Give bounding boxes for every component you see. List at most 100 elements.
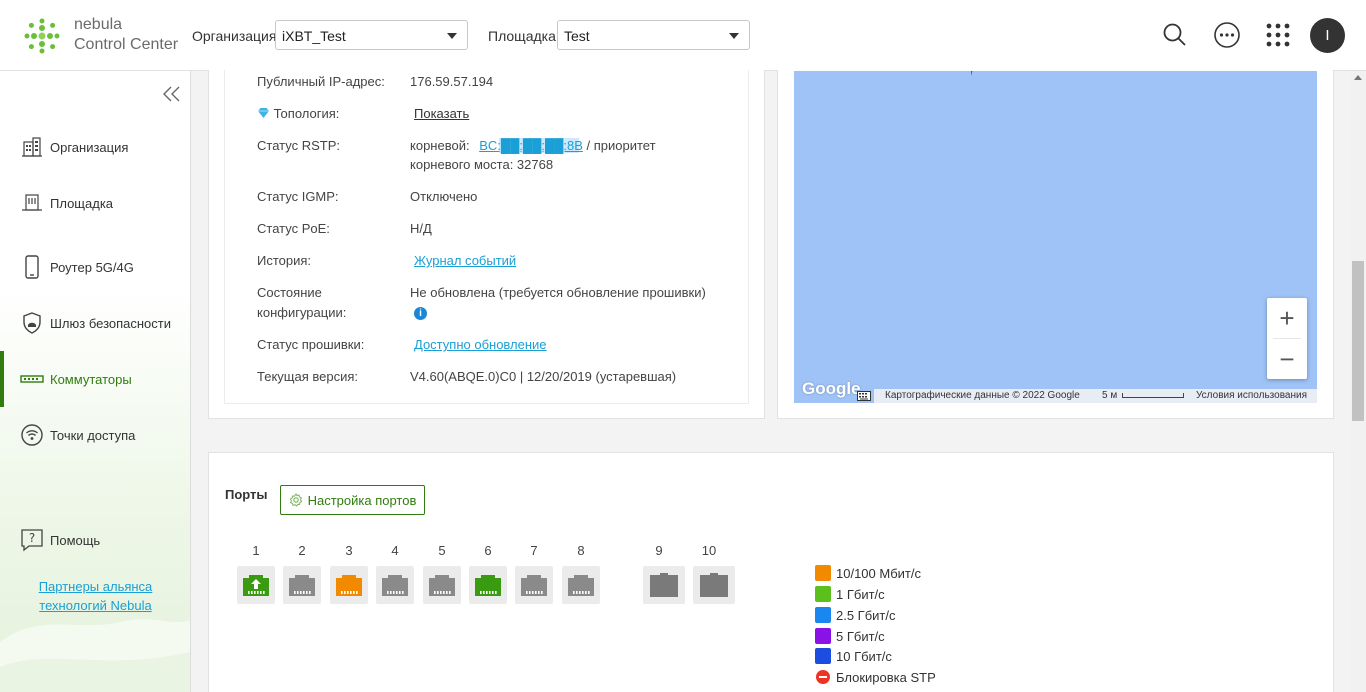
port-7[interactable] <box>515 566 553 604</box>
sidebar-item-organization[interactable]: Организация <box>0 127 190 167</box>
ethernet-port-icon <box>336 575 362 596</box>
sidebar-item-switches[interactable]: Коммутаторы <box>0 351 190 407</box>
sidebar-item-help[interactable]: ? Помощь <box>0 520 190 560</box>
partner-link-line-1: Партнеры альянса <box>38 579 153 594</box>
rstp-status-value: корневой: BC:██:██:██:8B / приоритет <box>410 136 656 156</box>
rstp-status-label: Статус RSTP: <box>257 138 340 153</box>
legend-swatch <box>815 565 831 581</box>
rstp-root-mac-link[interactable]: BC:██:██:██:8B <box>479 138 583 153</box>
sfp-port-icon <box>650 573 678 597</box>
legend-item-2-5g: 2.5 Гбит/с <box>815 607 896 623</box>
rstp-prefix: корневой: <box>410 138 470 153</box>
port-9[interactable] <box>643 566 685 604</box>
gear-icon <box>289 493 302 507</box>
legend-swatch <box>815 628 831 644</box>
ethernet-port-icon <box>475 575 501 596</box>
port-number: 4 <box>391 543 399 558</box>
public-ip-label: Публичный IP-адрес: <box>257 74 385 89</box>
legend-swatch <box>815 648 831 664</box>
sidebar-item-site[interactable]: Площадка <box>0 183 190 223</box>
port-settings-label: Настройка портов <box>307 492 417 508</box>
port-5[interactable] <box>423 566 461 604</box>
sidebar: Организация Площадка Роутер 5G/4G Шлюз б… <box>0 71 191 692</box>
current-version-value: V4.60(ABQE.0)C0 | 12/20/2019 (устаревшая… <box>410 369 677 384</box>
legend-swatch <box>815 607 831 623</box>
port-number: 7 <box>530 543 538 558</box>
topology-show-link[interactable]: Показать <box>414 104 469 124</box>
port-4[interactable] <box>376 566 414 604</box>
nebula-logo-icon[interactable] <box>22 16 62 56</box>
logo-line-1: nebula <box>74 16 123 33</box>
user-avatar[interactable]: I <box>1310 18 1345 53</box>
map-view[interactable]: + − Google Картографические данные © 202… <box>794 71 1317 403</box>
ethernet-port-icon <box>521 575 547 596</box>
scroll-up-arrow-icon[interactable] <box>1354 75 1362 80</box>
map-terms-link[interactable]: Условия использования <box>1196 389 1307 403</box>
google-logo: Google <box>802 379 861 398</box>
ethernet-port-icon <box>243 575 269 596</box>
rstp-suffix: / приоритет <box>586 138 656 153</box>
ethernet-port-icon <box>429 575 455 596</box>
topology-label: Топология: <box>257 104 339 124</box>
legend-item-5g: 5 Гбит/с <box>815 628 885 644</box>
logo-text: nebula Control Center <box>74 15 178 55</box>
shield-icon <box>20 311 44 335</box>
poe-status-value: Н/Д <box>410 221 432 236</box>
event-log-link[interactable]: Журнал событий <box>414 251 516 271</box>
building-icon <box>20 135 44 159</box>
config-info-button[interactable]: i <box>414 302 427 322</box>
more-button[interactable] <box>1210 18 1244 52</box>
legend-item-stp-block: Блокировка STP <box>815 669 936 685</box>
map-attribution[interactable]: Картографические данные © 2022 Google <box>885 389 1080 403</box>
stp-block-icon <box>816 670 830 684</box>
search-icon <box>1163 23 1186 46</box>
partner-link[interactable]: Партнеры альянса технологий Nebula <box>0 577 190 615</box>
zoom-in-button[interactable]: + <box>1267 298 1307 338</box>
page-scrollbar[interactable] <box>1350 71 1366 692</box>
sidebar-item-access-points[interactable]: Точки доступа <box>0 415 190 455</box>
legend-label: 10/100 Мбит/с <box>836 565 921 581</box>
port-1[interactable] <box>237 566 275 604</box>
map-footer: Картографические данные © 2022 Google 5 … <box>857 389 1317 403</box>
legend-item-1g: 1 Гбит/с <box>815 586 885 602</box>
legend-item-100m: 10/100 Мбит/с <box>815 565 921 581</box>
port-3[interactable] <box>330 566 368 604</box>
site-select-value: Test <box>564 28 590 44</box>
port-number: 6 <box>484 543 492 558</box>
org-select-value: iXBT_Test <box>282 28 346 44</box>
ethernet-port-icon <box>382 575 408 596</box>
apps-button[interactable] <box>1261 18 1295 52</box>
update-available-link[interactable]: Доступно обновление <box>414 335 547 355</box>
port-10[interactable] <box>693 566 735 604</box>
zoom-controls: + − <box>1267 298 1307 379</box>
help-icon: ? <box>20 528 44 552</box>
legend-item-10g: 10 Гбит/с <box>815 648 892 664</box>
rstp-priority-value: корневого моста: 32768 <box>410 157 554 172</box>
keyboard-icon[interactable] <box>857 391 871 401</box>
port-6[interactable] <box>469 566 507 604</box>
svg-text:?: ? <box>29 531 35 545</box>
port-2[interactable] <box>283 566 321 604</box>
legend-label: Блокировка STP <box>836 669 936 685</box>
org-select[interactable]: iXBT_Test <box>275 20 468 50</box>
port-8[interactable] <box>562 566 600 604</box>
legend-label: 1 Гбит/с <box>836 586 885 602</box>
scrollbar-thumb[interactable] <box>1352 261 1364 421</box>
sidebar-item-router[interactable]: Роутер 5G/4G <box>0 247 190 287</box>
map-marker-icon <box>971 71 973 76</box>
apps-grid-icon <box>1266 23 1290 47</box>
sfp-port-icon <box>700 573 728 597</box>
legend-swatch <box>815 586 831 602</box>
history-label: История: <box>257 253 312 268</box>
search-button[interactable] <box>1158 18 1192 52</box>
zoom-out-button[interactable]: − <box>1267 339 1307 379</box>
public-ip-value: 176.59.57.194 <box>410 74 494 89</box>
diamond-icon <box>258 108 269 118</box>
ports-title: Порты <box>225 487 268 502</box>
firmware-status-label: Статус прошивки: <box>257 337 365 352</box>
site-select[interactable]: Test <box>557 20 750 50</box>
collapse-sidebar-icon[interactable] <box>162 85 182 103</box>
sidebar-item-security-gateway[interactable]: Шлюз безопасности <box>0 303 190 343</box>
port-settings-button[interactable]: Настройка портов <box>280 485 425 515</box>
sidebar-item-label: Площадка <box>50 195 114 211</box>
